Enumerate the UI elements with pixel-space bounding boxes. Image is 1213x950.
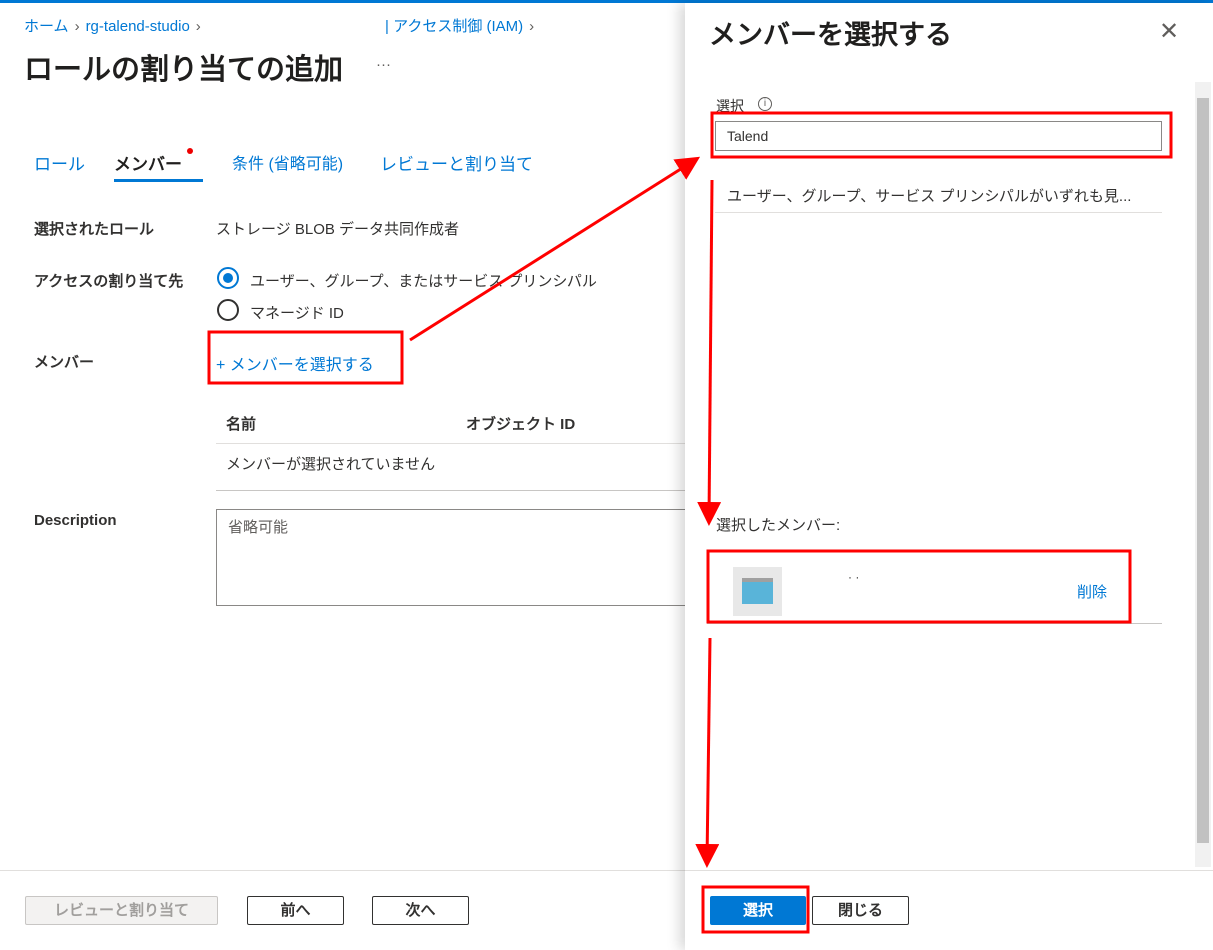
tab-members[interactable]: メンバー	[114, 150, 182, 175]
breadcrumb: ホーム › rg-talend-studio ›	[24, 15, 207, 36]
info-icon[interactable]: i	[758, 97, 772, 111]
active-tab-indicator	[114, 179, 203, 182]
close-button[interactable]: 閉じる	[812, 896, 909, 925]
breadcrumb-rg[interactable]: rg-talend-studio	[86, 18, 190, 35]
column-name: 名前	[226, 416, 257, 433]
arrow	[409, 156, 701, 342]
select-button[interactable]: 選択	[710, 896, 806, 925]
divider	[216, 490, 685, 491]
select-members-link[interactable]: + メンバーを選択する	[216, 351, 374, 375]
description-input[interactable]: 省略可能	[216, 509, 696, 606]
close-icon[interactable]: ✕	[1159, 17, 1179, 46]
app-icon	[733, 567, 782, 616]
description-label: Description	[34, 512, 117, 529]
chevron-right-icon: ›	[529, 18, 535, 35]
empty-members-text: メンバーが選択されていません	[226, 456, 436, 473]
next-button[interactable]: 次へ	[372, 896, 469, 925]
panel-footer-divider	[685, 870, 1213, 871]
remove-member-link[interactable]: 削除	[1077, 581, 1107, 602]
breadcrumb-iam[interactable]: | アクセス制御 (IAM)	[385, 18, 523, 35]
description-placeholder: 省略可能	[228, 519, 289, 536]
scrollbar-thumb[interactable]	[1197, 98, 1209, 843]
breadcrumb-home[interactable]: ホーム	[24, 18, 69, 35]
tab-role[interactable]: ロール	[34, 150, 85, 175]
chevron-right-icon: ›	[195, 18, 201, 35]
footer-divider	[0, 870, 685, 871]
radio-user-group[interactable]	[217, 267, 239, 289]
page-title: ロールの割り当ての追加	[24, 54, 344, 86]
divider	[707, 623, 1162, 624]
search-result-item[interactable]: ユーザー、グループ、サービス プリンシパルがいずれも見...	[727, 185, 1131, 206]
divider	[216, 443, 685, 444]
tab-conditions[interactable]: 条件 (省略可能)	[232, 150, 343, 174]
panel-scrollbar[interactable]	[1195, 82, 1211, 867]
panel-title: メンバーを選択する	[709, 20, 952, 50]
required-dot	[187, 148, 193, 154]
selected-role-label: 選択されたロール	[34, 221, 155, 238]
selected-role-value: ストレージ BLOB データ共同作成者	[216, 221, 460, 238]
radio-managed-id-label: マネージド ID	[250, 305, 344, 322]
review-assign-button[interactable]: レビューと割り当て	[25, 896, 218, 925]
column-object-id: オブジェクト ID	[466, 416, 576, 433]
selected-member-name: · ·	[848, 570, 860, 584]
radio-user-group-label: ユーザー、グループ、またはサービス プリンシパル	[250, 273, 597, 290]
divider	[715, 212, 1162, 213]
search-input[interactable]: Talend	[715, 121, 1162, 151]
search-value: Talend	[727, 128, 769, 144]
selected-members-label: 選択したメンバー:	[716, 517, 841, 534]
previous-button[interactable]: 前へ	[247, 896, 344, 925]
more-options-button[interactable]: ···	[376, 56, 391, 73]
tab-review[interactable]: レビューと割り当て	[380, 150, 533, 175]
select-label: 選択	[716, 98, 744, 114]
radio-managed-id[interactable]	[217, 299, 239, 321]
assign-access-label: アクセスの割り当て先	[34, 273, 184, 290]
chevron-right-icon: ›	[74, 18, 80, 35]
members-label: メンバー	[34, 354, 95, 371]
